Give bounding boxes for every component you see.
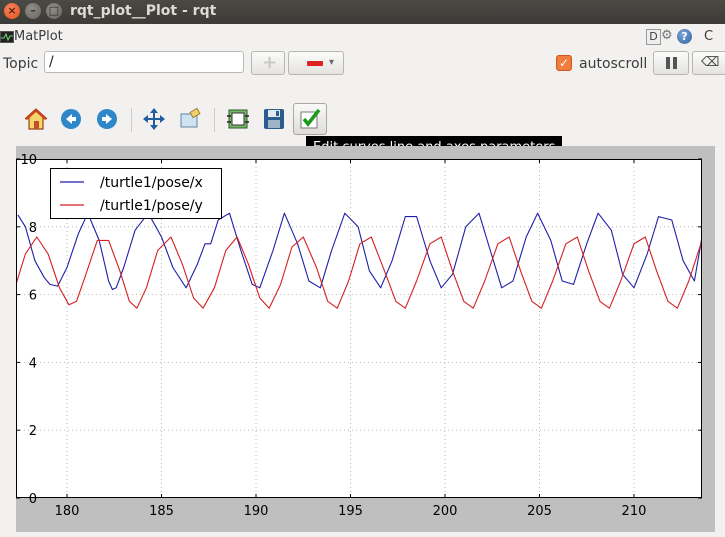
x-tick-label: 200 [433, 504, 458, 519]
clear-icon: ⌫ [701, 55, 720, 70]
chevron-down-icon: ▾ [329, 57, 335, 68]
gear-icon[interactable]: ⚙ [661, 29, 675, 43]
matplot-plugin-icon [0, 31, 14, 43]
window-title: rqt_plot__Plot - rqt [70, 3, 217, 19]
x-tick-label: 210 [622, 504, 647, 519]
window-maximize-button[interactable]: □ [46, 3, 62, 19]
topic-label: Topic [3, 56, 39, 72]
topic-input[interactable] [44, 51, 244, 73]
plugin-close-button[interactable]: C [704, 29, 713, 44]
x-tick-label: 195 [338, 504, 363, 519]
y-tick-label: 4 [29, 356, 37, 371]
x-tick-label: 205 [527, 504, 552, 519]
plot-canvas[interactable]: 180 185 190 195 200 205 210 0 2 4 6 8 10/turtle1/pos… [16, 146, 715, 532]
window-titlebar: × – □ rqt_plot__Plot - rqt [0, 0, 725, 24]
y-tick-label: 8 [29, 221, 37, 236]
y-tick-label: 0 [29, 492, 37, 507]
back-icon[interactable] [58, 106, 84, 132]
pan-icon[interactable] [141, 106, 167, 132]
zoom-icon[interactable] [177, 106, 203, 132]
toolbar-separator [214, 108, 215, 132]
y-tick-label: 6 [29, 289, 37, 304]
edit-curves-icon[interactable] [297, 106, 323, 132]
save-icon[interactable] [261, 106, 287, 132]
forward-icon[interactable] [94, 106, 120, 132]
legend: /turtle1/pose/x/turtle1/pose/y [50, 168, 222, 219]
remove-topic-button[interactable]: ▾ [288, 51, 344, 75]
toolbar-separator [131, 108, 132, 132]
y-tick-label: 10 [20, 153, 37, 168]
pause-button[interactable] [653, 51, 689, 75]
autoscroll-checkbox[interactable]: ✓ [556, 55, 572, 71]
autoscroll-label: autoscroll [579, 56, 648, 72]
help-icon[interactable]: ? [677, 29, 692, 44]
plus-icon: + [262, 52, 278, 73]
plugin-header: MatPlot D ⚙ ? C [0, 27, 725, 47]
x-tick-label: 185 [149, 504, 174, 519]
plugin-title: MatPlot [14, 29, 63, 44]
window-close-button[interactable]: × [4, 3, 20, 19]
legend-label: /turtle1/pose/x [100, 175, 203, 191]
line-chart[interactable]: 180 185 190 195 200 205 210 0 2 4 6 8 10/turtle1/pos… [16, 146, 715, 532]
y-tick-label: 2 [29, 424, 37, 439]
add-topic-button[interactable]: + [251, 51, 285, 75]
dock-d-button[interactable]: D [646, 29, 661, 45]
home-icon[interactable] [23, 106, 49, 132]
window-minimize-button[interactable]: – [25, 3, 41, 19]
x-tick-label: 190 [244, 504, 269, 519]
clear-button[interactable]: ⌫ [692, 51, 725, 75]
x-tick-label: 180 [55, 504, 80, 519]
legend-label: /turtle1/pose/y [100, 198, 203, 214]
subplots-icon[interactable] [225, 106, 251, 132]
pause-icon [666, 57, 670, 69]
minus-icon [307, 61, 323, 66]
